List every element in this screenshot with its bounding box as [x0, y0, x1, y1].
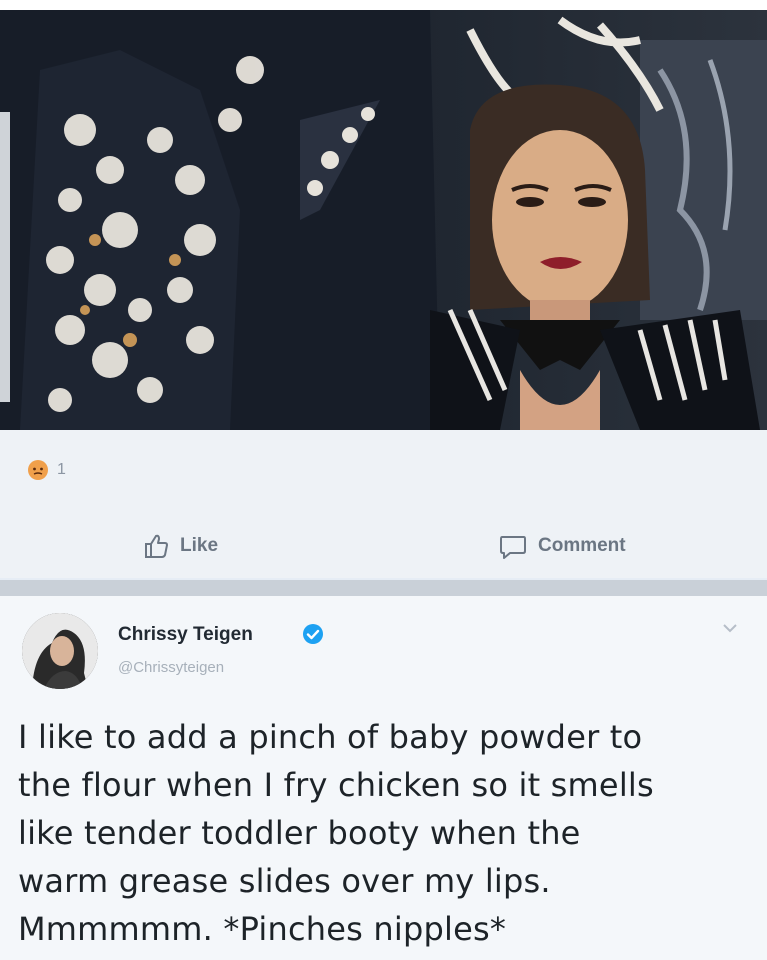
angry-face-icon[interactable]: [27, 459, 49, 481]
comment-bubble-icon: [500, 536, 526, 559]
author-handle[interactable]: @Chrissyteigen: [118, 659, 224, 676]
reaction-count: 1: [57, 461, 66, 478]
top-strip: [0, 0, 767, 10]
chevron-down-icon[interactable]: [722, 622, 738, 634]
post-actions-bar: [0, 510, 767, 578]
avatar-image: [22, 613, 98, 689]
left-scroll-indicator: [0, 112, 10, 402]
section-divider: [0, 580, 767, 596]
like-label: Like: [180, 535, 219, 556]
tweet-text: I like to add a pinch of baby powder to …: [18, 718, 654, 948]
avatar[interactable]: [22, 613, 98, 689]
screenshot-page: 1 Like Comment Chrissy Teigen @Chrissyte…: [0, 0, 767, 960]
author-name[interactable]: Chrissy Teigen: [118, 624, 253, 646]
verified-badge-icon: [303, 624, 323, 644]
photo-illustration: [0, 10, 767, 430]
thumbs-up-icon: [145, 534, 168, 558]
comment-label: Comment: [538, 535, 626, 556]
like-button[interactable]: Like: [142, 530, 218, 562]
comment-button[interactable]: Comment: [498, 530, 626, 562]
post-photo[interactable]: [0, 10, 767, 430]
reactions-row: [0, 430, 767, 510]
